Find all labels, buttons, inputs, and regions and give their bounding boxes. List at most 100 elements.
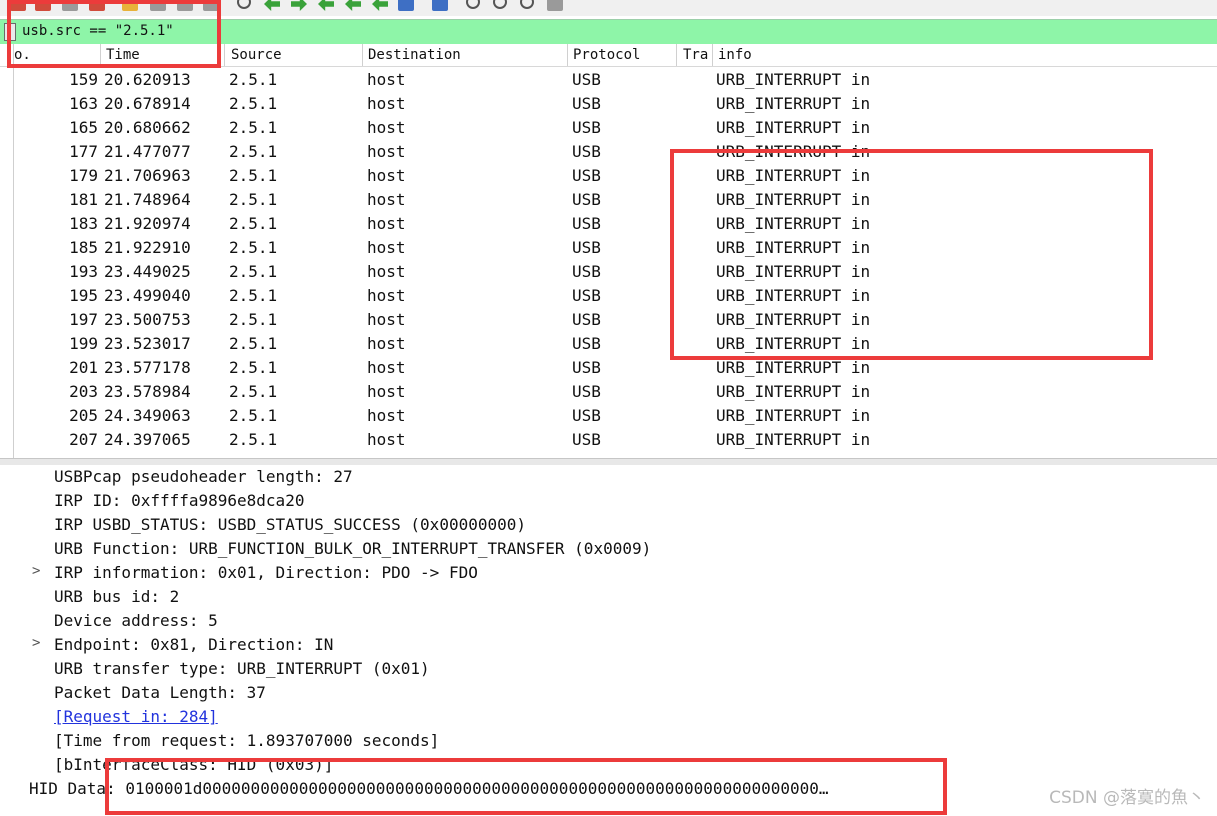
cell-protocol: USB <box>572 406 601 425</box>
go-to-icon[interactable] <box>318 0 334 11</box>
detail-time-from-request[interactable]: [Time from request: 1.893707000 seconds] <box>54 730 439 752</box>
cell-time: 23.499040 <box>104 286 191 305</box>
cell-time: 20.620913 <box>104 70 191 89</box>
colorize-icon[interactable] <box>432 0 448 11</box>
cell-no: 201 <box>69 358 98 377</box>
cell-no: 185 <box>69 238 98 257</box>
cell-protocol: USB <box>572 94 601 113</box>
cell-time: 23.523017 <box>104 334 191 353</box>
cell-time: 23.449025 <box>104 262 191 281</box>
last-icon[interactable] <box>372 0 388 11</box>
cell-destination: host <box>367 214 406 233</box>
cell-source: 2.5.1 <box>229 214 278 233</box>
column-header-destination[interactable]: Destination <box>368 47 564 63</box>
cell-protocol: USB <box>572 430 601 449</box>
column-header-protocol[interactable]: Protocol <box>573 47 673 63</box>
cell-source: 2.5.1 <box>229 166 278 185</box>
cell-info: URB_INTERRUPT in <box>716 430 871 449</box>
cell-protocol: USB <box>572 190 601 209</box>
detail-request-in-link[interactable]: [Request in: 284] <box>54 706 218 728</box>
cell-source: 2.5.1 <box>229 238 278 257</box>
cell-no: 207 <box>69 430 98 449</box>
zoom-reset-icon[interactable] <box>520 0 534 9</box>
cell-source: 2.5.1 <box>229 358 278 377</box>
detail-urb-function[interactable]: URB Function: URB_FUNCTION_BULK_OR_INTER… <box>54 538 651 560</box>
detail-bus-id[interactable]: URB bus id: 2 <box>54 586 179 608</box>
cell-no: 193 <box>69 262 98 281</box>
cell-protocol: USB <box>572 214 601 233</box>
first-icon[interactable] <box>345 0 361 11</box>
cell-source: 2.5.1 <box>229 118 278 137</box>
cell-source: 2.5.1 <box>229 310 278 329</box>
cell-destination: host <box>367 382 406 401</box>
detail-endpoint[interactable]: Endpoint: 0x81, Direction: IN <box>54 634 333 656</box>
cell-protocol: USB <box>572 358 601 377</box>
cell-info: URB_INTERRUPT in <box>716 70 871 89</box>
zoom-in-icon[interactable] <box>466 0 480 9</box>
resize-columns-icon[interactable] <box>547 0 563 11</box>
cell-protocol: USB <box>572 70 601 89</box>
cell-source: 2.5.1 <box>229 406 278 425</box>
column-header-transport[interactable]: Tra: <box>683 47 711 63</box>
cell-no: 165 <box>69 118 98 137</box>
cell-source: 2.5.1 <box>229 142 278 161</box>
cell-no: 181 <box>69 190 98 209</box>
cell-destination: host <box>367 142 406 161</box>
cell-destination: host <box>367 70 406 89</box>
zoom-out-icon[interactable] <box>493 0 507 9</box>
packet-row[interactable]: 159 20.620913 2.5.1 host USB URB_INTERRUPT in <box>0 68 1217 92</box>
cell-destination: host <box>367 334 406 353</box>
cell-source: 2.5.1 <box>229 190 278 209</box>
detail-pseudoheader[interactable]: USBPcap pseudoheader length: 27 <box>54 466 353 488</box>
cell-protocol: USB <box>572 166 601 185</box>
cell-time: 23.500753 <box>104 310 191 329</box>
cell-source: 2.5.1 <box>229 94 278 113</box>
autoscroll-icon[interactable] <box>398 0 414 11</box>
expand-chevron-icon[interactable]: > <box>32 563 40 579</box>
cell-destination: host <box>367 310 406 329</box>
cell-no: 177 <box>69 142 98 161</box>
detail-data-length[interactable]: Packet Data Length: 37 <box>54 682 266 704</box>
packet-row[interactable]: 165 20.680662 2.5.1 host USB URB_INTERRUPT in <box>0 116 1217 140</box>
cell-protocol: USB <box>572 118 601 137</box>
packet-row[interactable]: 203 23.578984 2.5.1 host USB URB_INTERRUPT in <box>0 380 1217 404</box>
cell-info: URB_INTERRUPT in <box>716 94 871 113</box>
cell-source: 2.5.1 <box>229 70 278 89</box>
cell-destination: host <box>367 286 406 305</box>
cell-protocol: USB <box>572 334 601 353</box>
cell-destination: host <box>367 118 406 137</box>
cell-destination: host <box>367 238 406 257</box>
cell-time: 20.680662 <box>104 118 191 137</box>
cell-no: 199 <box>69 334 98 353</box>
find-icon[interactable] <box>237 0 251 9</box>
cell-no: 197 <box>69 310 98 329</box>
cell-time: 21.706963 <box>104 166 191 185</box>
cell-protocol: USB <box>572 286 601 305</box>
column-header-info[interactable]: info <box>718 47 918 63</box>
cell-time: 21.922910 <box>104 238 191 257</box>
forward-icon[interactable] <box>291 0 307 11</box>
packet-row[interactable]: 207 24.397065 2.5.1 host USB URB_INTERRUPT in <box>0 428 1217 452</box>
detail-irp-information[interactable]: IRP information: 0x01, Direction: PDO ->… <box>54 562 478 584</box>
packet-row[interactable]: 163 20.678914 2.5.1 host USB URB_INTERRUPT in <box>0 92 1217 116</box>
detail-transfer-type[interactable]: URB transfer type: URB_INTERRUPT (0x01) <box>54 658 430 680</box>
expand-chevron-icon[interactable]: > <box>32 635 40 651</box>
cell-destination: host <box>367 190 406 209</box>
cell-source: 2.5.1 <box>229 382 278 401</box>
annotation-box-hid-data <box>105 758 947 815</box>
annotation-box-info <box>670 149 1153 360</box>
detail-device-address[interactable]: Device address: 5 <box>54 610 218 632</box>
cell-destination: host <box>367 262 406 281</box>
cell-no: 183 <box>69 214 98 233</box>
packet-row[interactable]: 205 24.349063 2.5.1 host USB URB_INTERRUPT in <box>0 404 1217 428</box>
cell-no: 179 <box>69 166 98 185</box>
column-header-source[interactable]: Source <box>231 47 359 63</box>
detail-irp-id[interactable]: IRP ID: 0xffffa9896e8dca20 <box>54 490 304 512</box>
cell-source: 2.5.1 <box>229 430 278 449</box>
cell-time: 21.748964 <box>104 190 191 209</box>
cell-info: URB_INTERRUPT in <box>716 406 871 425</box>
detail-irp-status[interactable]: IRP USBD_STATUS: USBD_STATUS_SUCCESS (0x… <box>54 514 526 536</box>
cell-no: 205 <box>69 406 98 425</box>
back-icon[interactable] <box>264 0 280 11</box>
annotation-box-filter <box>7 0 221 68</box>
